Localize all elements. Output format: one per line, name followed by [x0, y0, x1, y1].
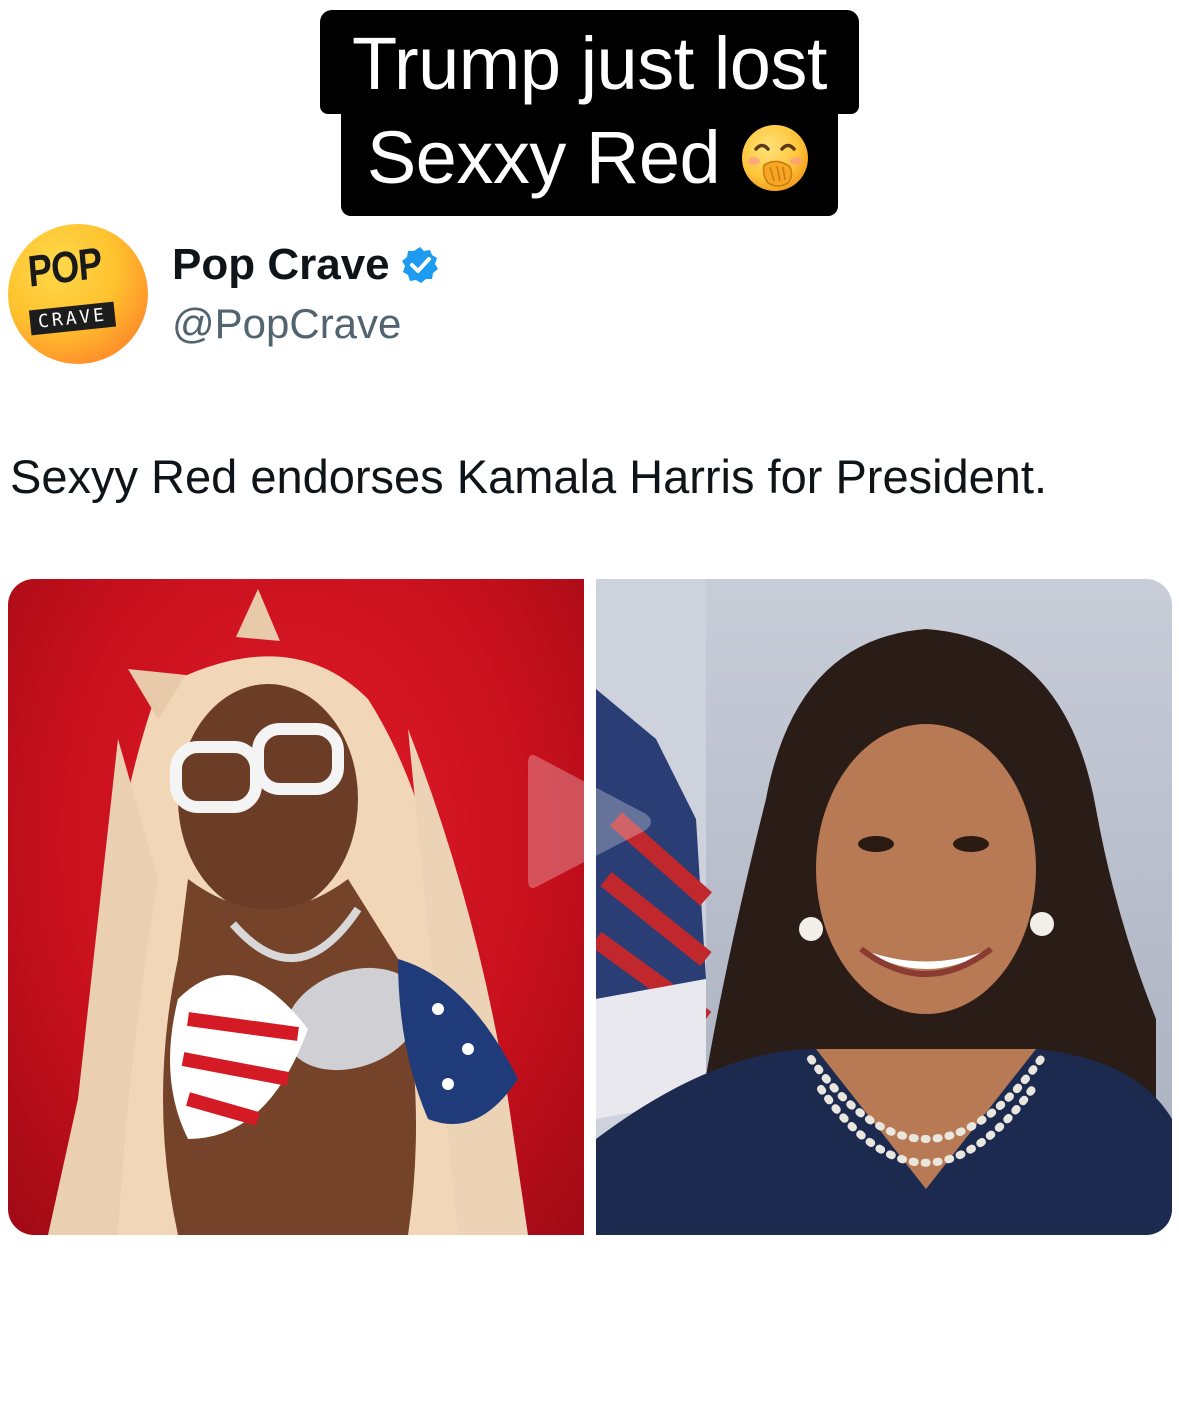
photo-1-illustration — [48, 589, 528, 1235]
face-with-hand-over-mouth-icon — [742, 125, 809, 191]
tweet-text: Sexyy Red endorses Kamala Harris for Pre… — [10, 450, 1048, 503]
photo-2-illustration — [596, 579, 1172, 1235]
tweet-header: POP CRAVE Pop Crave @PopCrave — [8, 224, 440, 364]
avatar[interactable]: POP CRAVE — [8, 224, 148, 364]
author-names: Pop Crave @PopCrave — [172, 238, 440, 352]
avatar-logo-text: POP — [26, 238, 104, 297]
caption-line-2: Sexxy Red — [340, 108, 839, 216]
display-name[interactable]: Pop Crave — [172, 238, 390, 292]
video-caption: Trump just lost Sexxy Red — [0, 10, 1179, 216]
media-photo-1[interactable] — [8, 579, 584, 1235]
avatar-logo-subtext: CRAVE — [28, 301, 117, 336]
author-handle[interactable]: @PopCrave — [172, 296, 440, 352]
display-name-row: Pop Crave — [172, 238, 440, 292]
caption-line-1: Trump just lost — [320, 10, 859, 114]
tweet-media[interactable] — [8, 579, 1172, 1235]
verified-badge-icon — [401, 247, 438, 283]
caption-line-2-text: Sexxy Red — [366, 116, 721, 199]
media-photo-2[interactable] — [596, 579, 1172, 1235]
play-icon[interactable] — [524, 742, 656, 902]
